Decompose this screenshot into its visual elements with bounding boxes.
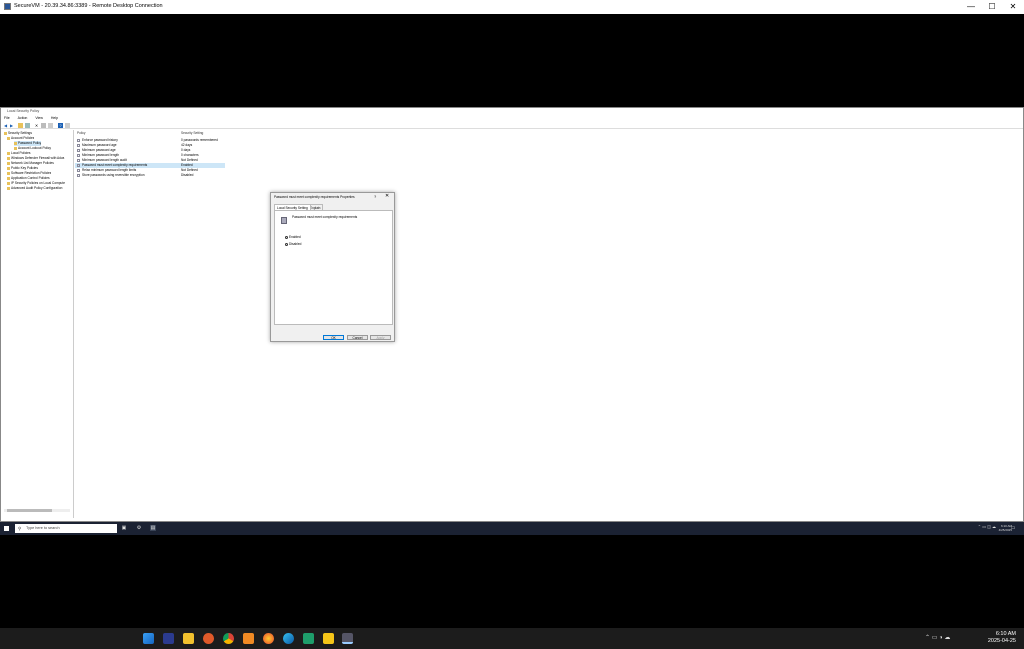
sticky-notes-icon[interactable] (323, 633, 334, 644)
app-icon[interactable] (303, 633, 314, 644)
policy-list: Policy Security Setting Enforce password… (75, 130, 1020, 518)
lsp-title: Local Security Policy (7, 109, 40, 113)
menu-action[interactable]: Action (18, 116, 28, 120)
folder-icon (7, 181, 10, 185)
policy-icon (77, 149, 80, 152)
menu-bar: File Action View Help (1, 115, 1023, 121)
radio-selected-icon (285, 235, 288, 239)
menu-help[interactable]: Help (51, 116, 58, 120)
folder-icon (7, 156, 10, 160)
remote-desktop-icon[interactable] (342, 633, 353, 644)
menu-file[interactable]: File (4, 116, 10, 120)
back-icon[interactable]: ◀ (3, 123, 8, 128)
folder-icon (7, 176, 10, 180)
rdp-window-title: SecureVM - 20.39.34.86:3389 - Remote Des… (14, 3, 163, 9)
file-explorer-icon[interactable] (183, 633, 194, 644)
minimize-button[interactable]: — (960, 0, 982, 14)
folder-icon (7, 136, 10, 140)
vm-search-box[interactable]: ⚲ Type here to search (15, 524, 117, 533)
settings-gear-icon[interactable]: ⚙ (136, 525, 142, 531)
ok-button[interactable]: OK (323, 335, 344, 340)
folder-icon (14, 146, 17, 150)
folder-icon (7, 171, 10, 175)
policy-icon (77, 159, 80, 162)
apply-button[interactable]: Apply (370, 335, 391, 340)
help-icon[interactable]: ? (58, 123, 63, 128)
scrollbar-thumb[interactable] (7, 509, 52, 512)
disabled-radio[interactable]: Disabled (285, 242, 301, 246)
policy-icon (77, 174, 80, 177)
toolbar: ◀ ▶ ✕ ? (1, 122, 1023, 129)
app-icon[interactable] (243, 633, 254, 644)
vm-notification-icon[interactable]: ▭ (1010, 525, 1016, 531)
folder-icon (7, 151, 10, 155)
vm-taskbar: ⚲ Type here to search ▣ ⚙ ▤ ⌃ ▭ ◫ ☁ 6:10… (0, 522, 1024, 535)
firefox-icon[interactable] (263, 633, 274, 644)
enabled-radio[interactable]: Enabled (285, 235, 301, 239)
menu-view[interactable]: View (35, 116, 43, 120)
tab-local-security-setting[interactable]: Local Security Setting (274, 204, 311, 210)
brave-browser-icon[interactable] (203, 633, 214, 644)
rdp-title-bar: SecureVM - 20.39.34.86:3389 - Remote Des… (0, 0, 1024, 14)
host-clock[interactable]: 6:10 AM 2025-04-25 (988, 631, 1016, 645)
tree-horizontal-scrollbar[interactable] (4, 509, 70, 512)
tree-item-advanced-audit[interactable]: Advanced Audit Policy Configuration (7, 186, 74, 191)
vm-tray-icons[interactable]: ⌃ ▭ ◫ ☁ (978, 525, 996, 529)
host-clock-time: 6:10 AM (995, 631, 1016, 637)
show-tree-icon[interactable] (25, 123, 30, 128)
cancel-button[interactable]: Cancel (347, 335, 368, 340)
remote-desktop-icon (4, 3, 11, 10)
policy-icon (77, 154, 80, 157)
windows-start-icon[interactable] (143, 633, 154, 644)
maximize-button[interactable]: ☐ (981, 0, 1003, 14)
table-row[interactable]: Store passwords using reversible encrypt… (75, 173, 225, 178)
policy-icon (77, 164, 80, 167)
policy-name-label: Password must meet complexity requiremen… (292, 215, 358, 219)
windows-start-icon[interactable] (4, 526, 9, 531)
properties-icon[interactable] (41, 123, 46, 128)
dialog-help-button[interactable]: ? (374, 194, 376, 199)
edge-icon[interactable] (283, 633, 294, 644)
policy-icon (77, 144, 80, 147)
host-tray-icons[interactable]: ⌃ ▭ ◑ ☁ (925, 634, 950, 641)
host-clock-date: 2025-04-25 (987, 638, 1016, 644)
search-icon: ⚲ (18, 526, 22, 531)
policy-icon (77, 169, 80, 172)
up-folder-icon[interactable] (18, 123, 23, 128)
refresh-icon[interactable] (48, 123, 53, 128)
properties-dialog: Password must meet complexity requiremen… (270, 192, 395, 342)
folder-icon (7, 166, 10, 170)
folder-icon (14, 141, 17, 145)
close-button[interactable]: ✕ (1002, 0, 1024, 14)
folder-icon (7, 186, 10, 190)
chrome-icon[interactable] (223, 633, 234, 644)
task-view-icon[interactable]: ▣ (121, 525, 127, 531)
tab-pane: Password must meet complexity requiremen… (274, 210, 393, 325)
dialog-close-button[interactable]: ✕ (385, 193, 389, 199)
task-view-icon[interactable] (163, 633, 174, 644)
local-security-policy-taskbar-icon[interactable]: ▤ (150, 525, 156, 531)
policy-icon (281, 217, 287, 224)
export-list-icon[interactable] (65, 123, 70, 128)
folder-icon (7, 161, 10, 165)
host-taskbar: ⌃ ▭ ◑ ☁ 6:10 AM 2025-04-25 (0, 628, 1024, 649)
forward-icon[interactable]: ▶ (9, 123, 14, 128)
local-security-policy-window: Local Security Policy File Action View H… (0, 107, 1024, 522)
radio-unselected-icon (285, 242, 288, 246)
column-header-security-setting[interactable]: Security Setting (181, 131, 203, 136)
lsp-title-bar: Local Security Policy (1, 108, 1023, 115)
column-header-policy[interactable]: Policy (77, 131, 86, 136)
shield-icon (4, 131, 7, 135)
dialog-title: Password must meet complexity requiremen… (274, 195, 355, 199)
navigation-tree: Security Settings Account Policies Passw… (2, 130, 74, 518)
policy-icon (77, 139, 80, 142)
delete-icon[interactable]: ✕ (34, 123, 39, 128)
